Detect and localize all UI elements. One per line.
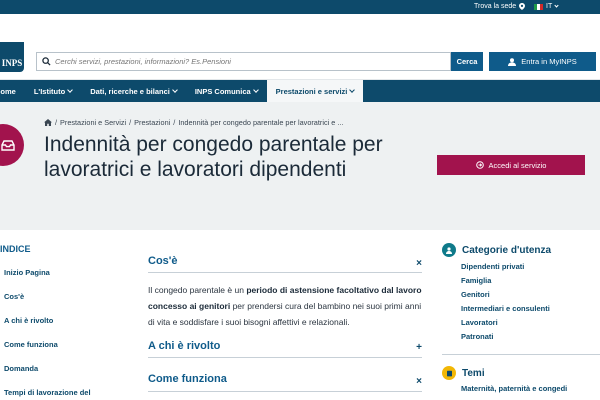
nav-item-home[interactable]: Home	[0, 80, 25, 102]
chevron-down-icon	[67, 87, 74, 93]
nav-item-label: Home	[0, 86, 16, 96]
themes-list: Maternità, paternità e congedi	[461, 384, 567, 393]
category-item[interactable]: Lavoratori	[461, 318, 550, 332]
section-a-chi-header[interactable]: A chi è rivolto +	[148, 340, 422, 358]
search-input[interactable]	[55, 57, 450, 66]
categories-heading-label: Categorie d'utenza	[462, 244, 552, 256]
location-pin-icon	[519, 3, 526, 10]
divider	[442, 354, 600, 355]
breadcrumb-item[interactable]: Prestazioni	[134, 118, 170, 127]
myinps-login-button[interactable]: Entra in MyINPS	[489, 52, 596, 71]
top-bar: Trova la sede IT	[0, 0, 600, 14]
section-come-funziona-header[interactable]: Come funziona ×	[148, 373, 422, 392]
category-item[interactable]: Famiglia	[461, 276, 550, 290]
section-title: Come funziona	[148, 373, 227, 385]
index-heading: INDICE	[0, 244, 31, 254]
index-item-tempi[interactable]: Tempi di lavorazione del	[4, 388, 91, 400]
inps-logo[interactable]: INPS	[0, 42, 24, 72]
chevron-down-icon	[171, 87, 178, 93]
category-item[interactable]: Genitori	[461, 290, 550, 304]
page-title: Indennità per congedo parentale per lavo…	[44, 133, 383, 181]
chevron-down-icon	[252, 87, 259, 93]
find-office-link[interactable]: Trova la sede	[474, 3, 526, 10]
search-icon	[37, 57, 55, 66]
index-item-come-funziona[interactable]: Come funziona	[4, 340, 91, 364]
index-item-domanda[interactable]: Domanda	[4, 364, 91, 388]
main-nav: Home L'Istituto Dati, ricerche e bilanci…	[0, 80, 600, 102]
theme-item[interactable]: Maternità, paternità e congedi	[461, 384, 567, 393]
home-icon[interactable]	[44, 119, 52, 126]
index-item-inizio[interactable]: Inizio Pagina	[4, 268, 91, 292]
section-cose-header[interactable]: Cos'è ×	[148, 255, 422, 273]
nav-item-istituto[interactable]: L'Istituto	[25, 80, 81, 102]
section-title: A chi è rivolto	[148, 340, 221, 352]
search-button[interactable]: Cerca	[451, 52, 483, 71]
find-office-label: Trova la sede	[474, 3, 517, 10]
book-icon	[442, 366, 456, 380]
access-service-button[interactable]: Accedi al servizio	[437, 155, 585, 175]
language-selector[interactable]: IT	[534, 3, 559, 10]
index-item-a-chi[interactable]: A chi è rivolto	[4, 316, 91, 340]
breadcrumb: / Prestazioni e Servizi / Prestazioni / …	[44, 118, 343, 127]
nav-item-label: Prestazioni e servizi	[275, 86, 348, 96]
collapse-icon[interactable]: ×	[416, 376, 422, 387]
themes-heading: Temi	[442, 366, 485, 380]
people-icon	[442, 243, 456, 257]
chevron-down-icon	[349, 87, 356, 93]
index-list: Inizio Pagina Cos'è A chi è rivolto Come…	[4, 268, 91, 400]
search-box	[36, 52, 451, 71]
categories-list: Dipendenti privati Famiglia Genitori Int…	[461, 262, 550, 346]
breadcrumb-separator: /	[55, 118, 58, 127]
category-item[interactable]: Dipendenti privati	[461, 262, 550, 276]
index-item-cose[interactable]: Cos'è	[4, 292, 91, 316]
breadcrumb-current: Indennità per congedo parentale per lavo…	[178, 118, 344, 127]
text-span: Il congedo parentale è un	[148, 285, 247, 295]
language-label: IT	[546, 3, 553, 10]
nav-item-label: INPS Comunica	[194, 86, 251, 96]
access-service-label: Accedi al servizio	[488, 160, 547, 170]
category-item[interactable]: Intermediari e consulenti	[461, 304, 550, 318]
section-title: Cos'è	[148, 255, 178, 267]
categories-heading: Categorie d'utenza	[442, 243, 551, 257]
chevron-down-icon	[554, 3, 559, 8]
user-icon	[508, 57, 517, 66]
category-item[interactable]: Patronati	[461, 332, 550, 346]
collapse-icon[interactable]: ×	[416, 258, 422, 269]
section-cose-text: Il congedo parentale è un periodo di ast…	[148, 282, 422, 330]
breadcrumb-separator: /	[129, 118, 132, 127]
nav-item-dati[interactable]: Dati, ricerche e bilanci	[81, 80, 186, 102]
italy-flag-icon	[534, 3, 543, 10]
site-header: INPS Cerca Entra in MyINPS	[0, 14, 600, 80]
myinps-login-label: Entra in MyINPS	[521, 57, 577, 66]
breadcrumb-separator: /	[173, 118, 176, 127]
arrow-circle-right-icon	[475, 161, 484, 169]
nav-item-label: Dati, ricerche e bilanci	[90, 86, 170, 96]
nav-item-comunica[interactable]: INPS Comunica	[186, 80, 267, 102]
themes-heading-label: Temi	[462, 367, 485, 379]
service-category-badge	[0, 124, 24, 166]
nav-item-prestazioni[interactable]: Prestazioni e servizi	[266, 80, 364, 102]
nav-item-label: L'Istituto	[33, 86, 66, 96]
breadcrumb-item[interactable]: Prestazioni e Servizi	[60, 118, 126, 127]
expand-icon[interactable]: +	[416, 342, 422, 353]
inbox-icon	[1, 139, 15, 151]
